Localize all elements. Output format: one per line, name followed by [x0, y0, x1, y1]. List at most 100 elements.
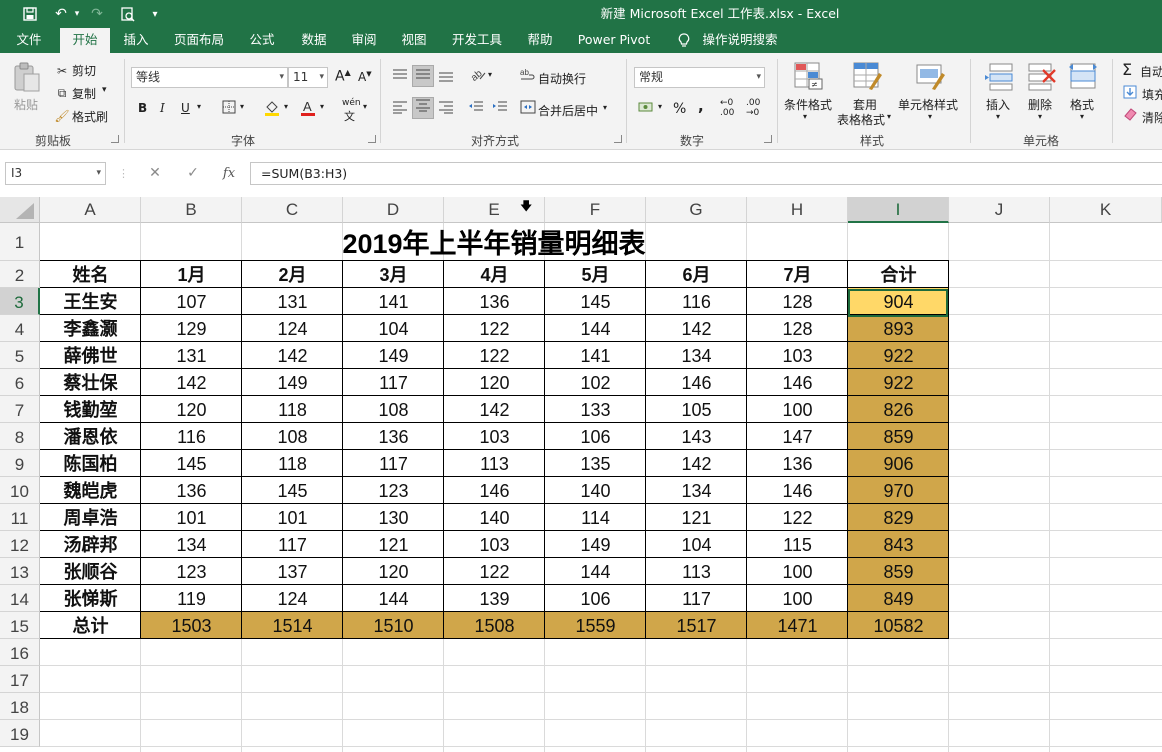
row-header-9[interactable]: 9 — [0, 450, 40, 477]
align-right-icon[interactable] — [436, 100, 456, 120]
cell-styles-button[interactable]: 单元格样式 — [898, 96, 958, 113]
clipboard-dialog-launcher[interactable] — [111, 135, 119, 143]
value-cell[interactable]: 142 — [242, 342, 343, 369]
value-cell[interactable]: 124 — [242, 315, 343, 342]
value-cell[interactable]: 142 — [646, 450, 747, 477]
value-cell[interactable]: 145 — [242, 477, 343, 504]
clear-button[interactable]: 清除 — [1142, 109, 1162, 126]
row-header-11[interactable]: 11 — [0, 504, 40, 531]
value-cell[interactable]: 122 — [747, 504, 848, 531]
column-total-cell[interactable]: 1559 — [545, 612, 646, 639]
undo-icon[interactable]: ↶ — [50, 4, 72, 24]
insert-cells-button[interactable]: 插入 — [986, 96, 1010, 113]
value-cell[interactable]: 149 — [545, 531, 646, 558]
decrease-decimal-button[interactable]: .00 →0 — [746, 98, 770, 118]
format-painter-button[interactable]: 格式刷 — [72, 108, 108, 125]
row-header-6[interactable]: 6 — [0, 369, 40, 396]
value-cell[interactable]: 143 — [646, 423, 747, 450]
value-cell[interactable]: 146 — [646, 369, 747, 396]
value-cell[interactable]: 142 — [646, 315, 747, 342]
value-cell[interactable]: 101 — [141, 504, 242, 531]
font-name-combo[interactable]: 等线 ▾ — [131, 67, 288, 88]
value-cell[interactable]: 122 — [444, 558, 545, 585]
column-header-h[interactable]: H — [747, 197, 848, 223]
save-icon[interactable] — [20, 4, 40, 24]
select-all-button[interactable] — [0, 197, 40, 223]
value-cell[interactable]: 124 — [242, 585, 343, 612]
merge-dropdown-icon[interactable]: ▾ — [603, 103, 607, 112]
formula-input[interactable]: =SUM(B3:H3) — [250, 162, 1162, 185]
row-total-cell[interactable]: 893 — [848, 315, 949, 342]
cancel-formula-button[interactable]: ✕ — [144, 162, 166, 185]
value-cell[interactable]: 141 — [545, 342, 646, 369]
print-preview-icon[interactable] — [118, 4, 138, 24]
name-cell[interactable]: 魏皑虎 — [40, 477, 141, 504]
tab-power-pivot[interactable]: Power Pivot — [572, 28, 656, 53]
underline-dropdown-icon[interactable]: ▾ — [197, 102, 201, 111]
value-cell[interactable]: 128 — [747, 315, 848, 342]
value-cell[interactable]: 108 — [242, 423, 343, 450]
value-cell[interactable]: 139 — [444, 585, 545, 612]
row-total-cell[interactable]: 859 — [848, 558, 949, 585]
value-cell[interactable]: 140 — [545, 477, 646, 504]
value-cell[interactable]: 120 — [343, 558, 444, 585]
value-cell[interactable]: 136 — [141, 477, 242, 504]
value-cell[interactable]: 103 — [444, 423, 545, 450]
name-cell[interactable]: 陈国柏 — [40, 450, 141, 477]
value-cell[interactable]: 107 — [141, 288, 242, 315]
tab-developer[interactable]: 开发工具 — [444, 28, 510, 53]
copy-button[interactable]: 复制 — [72, 85, 96, 102]
value-cell[interactable]: 133 — [545, 396, 646, 423]
tab-formulas[interactable]: 公式 — [240, 28, 284, 53]
row-total-cell[interactable]: 826 — [848, 396, 949, 423]
fill-color-icon[interactable] — [262, 99, 282, 122]
autosum-button[interactable]: 自动 — [1140, 63, 1162, 80]
font-color-icon[interactable]: A — [298, 99, 318, 122]
value-cell[interactable]: 108 — [343, 396, 444, 423]
paste-button[interactable]: 粘贴 — [14, 96, 38, 113]
value-cell[interactable]: 149 — [343, 342, 444, 369]
value-cell[interactable]: 136 — [747, 450, 848, 477]
value-cell[interactable]: 113 — [444, 450, 545, 477]
tab-file[interactable]: 文件 — [4, 28, 54, 53]
value-cell[interactable]: 134 — [646, 342, 747, 369]
value-cell[interactable]: 144 — [545, 558, 646, 585]
table-header-cell[interactable]: 合计 — [848, 261, 949, 288]
column-header-f[interactable]: F — [545, 197, 646, 223]
column-total-cell[interactable]: 1510 — [343, 612, 444, 639]
row-header-14[interactable]: 14 — [0, 585, 40, 612]
conditional-dropdown-icon[interactable]: ▾ — [803, 112, 807, 121]
row-total-cell[interactable]: 859 — [848, 423, 949, 450]
value-cell[interactable]: 100 — [747, 585, 848, 612]
value-cell[interactable]: 142 — [141, 369, 242, 396]
row-header-17[interactable]: 17 — [0, 666, 40, 693]
value-cell[interactable]: 145 — [545, 288, 646, 315]
value-cell[interactable]: 130 — [343, 504, 444, 531]
row-total-cell[interactable]: 922 — [848, 369, 949, 396]
name-cell[interactable]: 张顺谷 — [40, 558, 141, 585]
value-cell[interactable]: 123 — [343, 477, 444, 504]
row-header-10[interactable]: 10 — [0, 477, 40, 504]
customize-quick-access-icon[interactable]: ▾ — [148, 4, 162, 24]
value-cell[interactable]: 101 — [242, 504, 343, 531]
value-cell[interactable]: 117 — [343, 450, 444, 477]
value-cell[interactable]: 105 — [646, 396, 747, 423]
value-cell[interactable]: 122 — [444, 342, 545, 369]
column-total-cell[interactable]: 10582 — [848, 612, 949, 639]
value-cell[interactable]: 135 — [545, 450, 646, 477]
row-header-3[interactable]: 3 — [0, 288, 40, 315]
name-cell[interactable]: 李鑫灏 — [40, 315, 141, 342]
value-cell[interactable]: 102 — [545, 369, 646, 396]
value-cell[interactable]: 136 — [343, 423, 444, 450]
value-cell[interactable]: 117 — [242, 531, 343, 558]
value-cell[interactable]: 140 — [444, 504, 545, 531]
grow-font-button[interactable]: A▲ — [335, 68, 351, 85]
increase-decimal-button[interactable]: ←0 .00 — [720, 98, 744, 118]
table-header-cell[interactable]: 1月 — [141, 261, 242, 288]
delete-dropdown-icon[interactable]: ▾ — [1038, 112, 1042, 121]
value-cell[interactable]: 147 — [747, 423, 848, 450]
table-header-cell[interactable]: 7月 — [747, 261, 848, 288]
name-cell[interactable]: 蔡壮保 — [40, 369, 141, 396]
orientation-icon[interactable]: ab — [468, 67, 488, 89]
row-header-18[interactable]: 18 — [0, 693, 40, 720]
